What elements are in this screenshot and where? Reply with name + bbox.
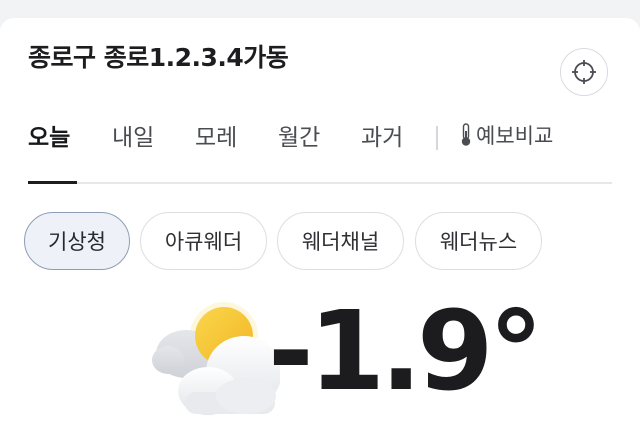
forecast-compare-label: 예보비교 <box>476 124 554 148</box>
chip-weathernews[interactable]: 웨더뉴스 <box>415 212 542 270</box>
top-strip <box>0 0 640 18</box>
tab-day-after-tomorrow[interactable]: 모레 <box>195 118 237 152</box>
chip-weather-channel[interactable]: 웨더채널 <box>277 212 404 270</box>
active-tab-indicator <box>28 181 77 184</box>
tab-today[interactable]: 오늘 <box>28 118 70 152</box>
chip-kma[interactable]: 기상청 <box>24 212 130 270</box>
current-location-button[interactable] <box>560 48 608 96</box>
thermometer-icon <box>461 123 471 146</box>
tab-divider <box>436 126 438 150</box>
tab-monthly[interactable]: 월간 <box>278 118 320 152</box>
forecast-compare-button[interactable]: 예보비교 <box>460 120 553 150</box>
crosshair-icon <box>572 60 596 84</box>
current-temperature: -1.9° <box>268 287 544 415</box>
chip-accuweather[interactable]: 아큐웨더 <box>140 212 267 270</box>
tab-track <box>28 182 612 184</box>
tab-tomorrow[interactable]: 내일 <box>112 118 154 152</box>
location-title[interactable]: 종로구 종로1.2.3.4가동 <box>28 38 289 74</box>
partly-cloudy-icon <box>152 302 280 415</box>
tab-past[interactable]: 과거 <box>361 118 403 152</box>
